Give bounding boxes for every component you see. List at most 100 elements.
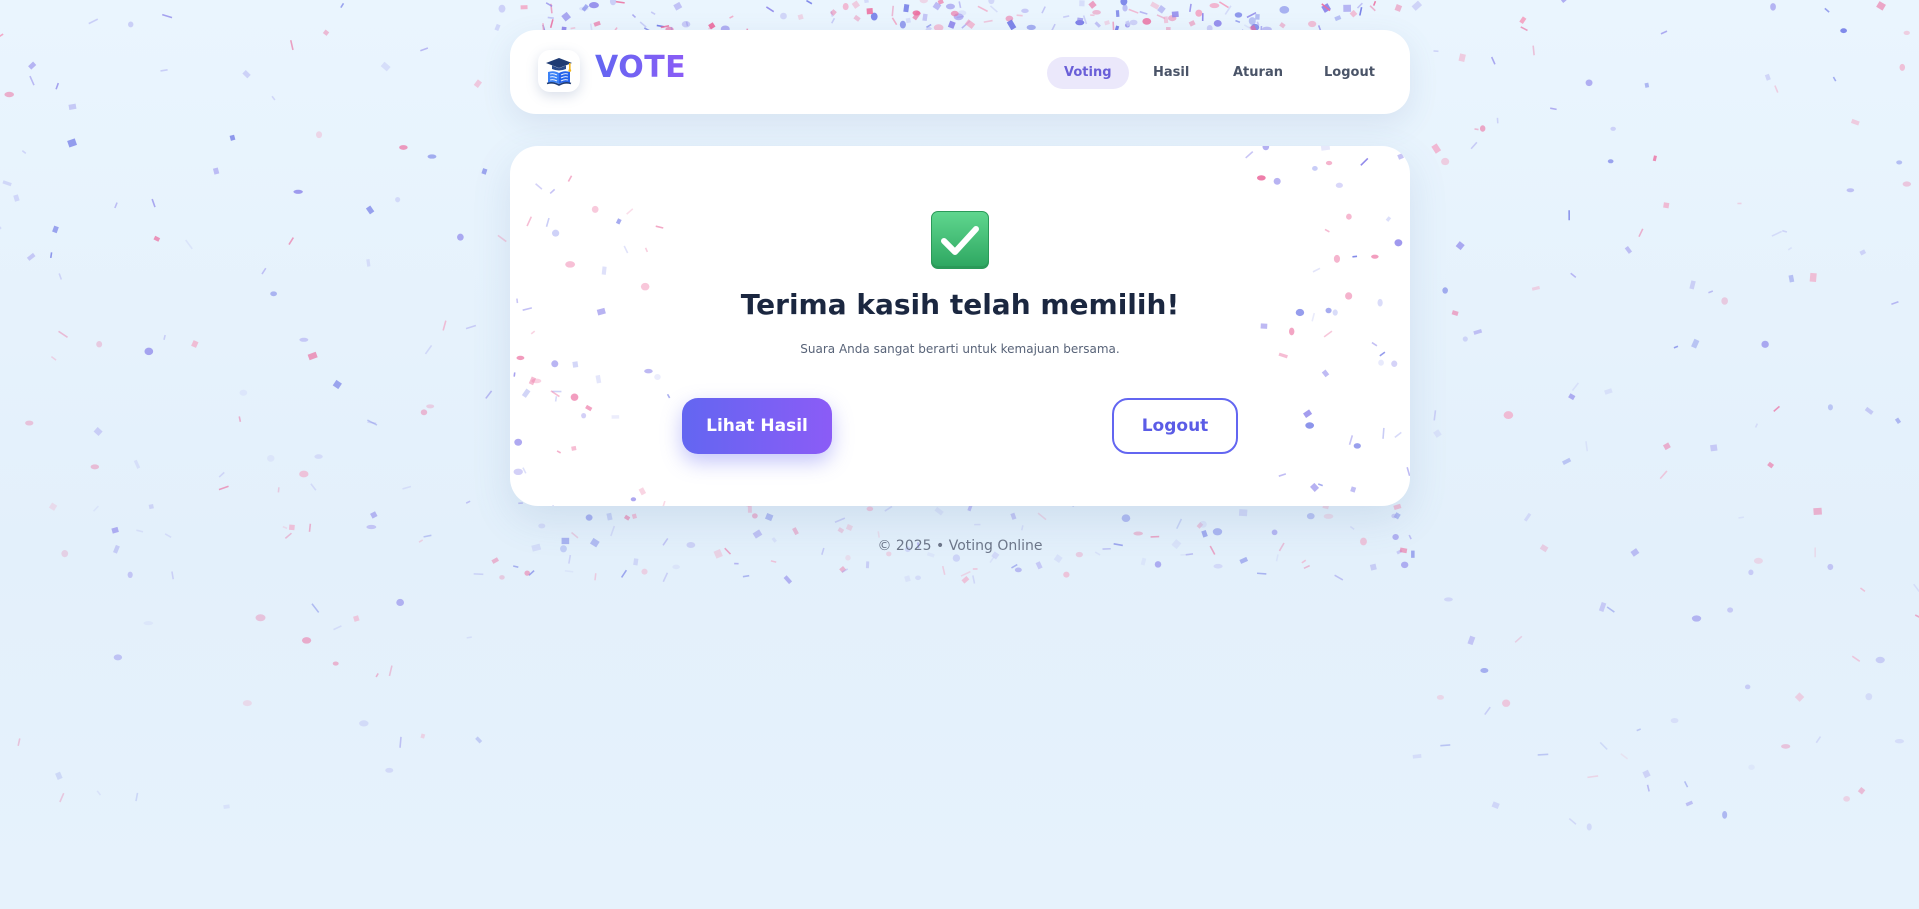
confetti-piece: [961, 575, 970, 584]
confetti-piece: [1722, 810, 1728, 819]
confetti-piece: [1659, 470, 1668, 480]
confetti-piece: [654, 374, 661, 381]
confetti-piece: [2, 180, 12, 187]
confetti-piece: [311, 603, 320, 613]
confetti-piece: [1224, 5, 1232, 15]
confetti-piece: [623, 514, 631, 521]
logout-button[interactable]: Logout: [1112, 398, 1238, 454]
confetti-piece: [1788, 274, 1795, 283]
confetti-piece: [903, 4, 910, 13]
confetti-piece: [1359, 6, 1363, 16]
confetti-piece: [96, 341, 103, 348]
confetti-piece: [945, 3, 955, 10]
confetti-piece: [952, 554, 961, 562]
confetti-piece: [1196, 522, 1204, 529]
confetti-piece: [932, 1, 942, 11]
confetti-piece: [399, 145, 408, 150]
logo-badge[interactable]: [538, 50, 580, 92]
confetti-piece: [148, 503, 154, 510]
confetti-piece: [1891, 300, 1899, 306]
confetti-piece: [1523, 512, 1532, 522]
confetti-piece: [1139, 10, 1148, 15]
confetti-piece: [904, 575, 911, 583]
confetti-piece: [1753, 557, 1763, 564]
confetti-piece: [1306, 513, 1315, 520]
confetti-piece: [630, 497, 637, 502]
nav-item-label: Aturan: [1233, 65, 1283, 80]
confetti-piece: [1156, 14, 1166, 20]
confetti-piece: [585, 404, 593, 412]
nav-item-aturan[interactable]: Aturan: [1216, 57, 1300, 89]
confetti-piece: [1670, 718, 1679, 724]
thank-you-heading: Terima kasih telah memilih!: [740, 288, 1180, 321]
confetti-piece: [420, 47, 429, 52]
confetti-piece: [322, 29, 330, 36]
confetti-piece: [1079, 0, 1085, 7]
confetti-piece: [957, 10, 967, 16]
confetti-piece: [866, 8, 873, 15]
confetti-piece: [1587, 775, 1599, 779]
confetti-piece: [1479, 125, 1486, 132]
nav-item-logout[interactable]: Logout: [1307, 57, 1392, 89]
confetti-piece: [1562, 457, 1572, 466]
confetti-piece: [806, 0, 813, 5]
confetti-piece: [1864, 406, 1874, 415]
confetti-piece: [1846, 188, 1855, 193]
confetti-piece: [538, 523, 546, 529]
nav-item-voting[interactable]: Voting: [1047, 57, 1129, 89]
confetti-piece: [1859, 249, 1867, 256]
confetti-piece: [535, 183, 543, 190]
nav-item-hasil[interactable]: Hasil: [1136, 57, 1206, 89]
confetti-piece: [271, 95, 276, 101]
confetti-piece: [839, 565, 847, 573]
confetti-piece: [611, 415, 620, 419]
confetti-piece: [465, 500, 471, 504]
confetti-piece: [135, 792, 139, 802]
confetti-piece: [988, 0, 995, 5]
confetti-piece: [564, 570, 574, 573]
confetti-piece: [1585, 79, 1593, 87]
view-results-button[interactable]: Lihat Hasil: [682, 398, 832, 454]
confetti-piece: [1372, 0, 1377, 6]
confetti-piece: [229, 134, 236, 141]
confetti-piece: [497, 234, 507, 243]
confetti-piece: [550, 390, 560, 398]
confetti-piece: [830, 9, 837, 16]
confetti-piece: [1630, 548, 1640, 557]
confetti-piece: [21, 150, 27, 154]
confetti-piece: [1246, 11, 1257, 19]
confetti-piece: [919, 0, 928, 4]
confetti-piece: [1255, 14, 1260, 20]
confetti-piece: [1876, 1, 1886, 11]
confetti-piece: [475, 736, 483, 744]
confetti-piece: [1813, 507, 1822, 516]
confetti-piece: [1133, 531, 1143, 536]
confetti-piece: [905, 17, 911, 24]
confetti-piece: [185, 239, 193, 250]
confetti-piece: [1436, 695, 1444, 700]
confetti-piece: [1014, 567, 1022, 573]
confetti-piece: [1406, 467, 1410, 477]
confetti-piece: [370, 511, 378, 519]
confetti-piece: [989, 556, 995, 563]
confetti-piece: [1124, 22, 1130, 28]
confetti-piece: [1794, 692, 1805, 702]
confetti-piece: [1857, 787, 1866, 795]
confetti-piece: [866, 506, 874, 512]
confetti-piece: [551, 229, 560, 237]
brand-title[interactable]: VOTE: [595, 50, 686, 85]
confetti-piece: [983, 19, 993, 23]
confetti-piece: [977, 5, 988, 13]
confetti-piece: [55, 771, 63, 780]
confetti-piece: [972, 575, 976, 584]
confetti-piece: [1006, 19, 1017, 31]
confetti-piece: [522, 467, 527, 474]
confetti-piece: [585, 514, 593, 521]
confetti-piece: [1394, 431, 1402, 439]
confetti-piece: [1770, 3, 1776, 11]
confetti-piece: [1256, 175, 1266, 181]
confetti-piece: [1620, 753, 1629, 760]
confetti-piece: [620, 569, 628, 578]
confetti-piece: [424, 344, 433, 355]
confetti-piece: [830, 10, 834, 17]
